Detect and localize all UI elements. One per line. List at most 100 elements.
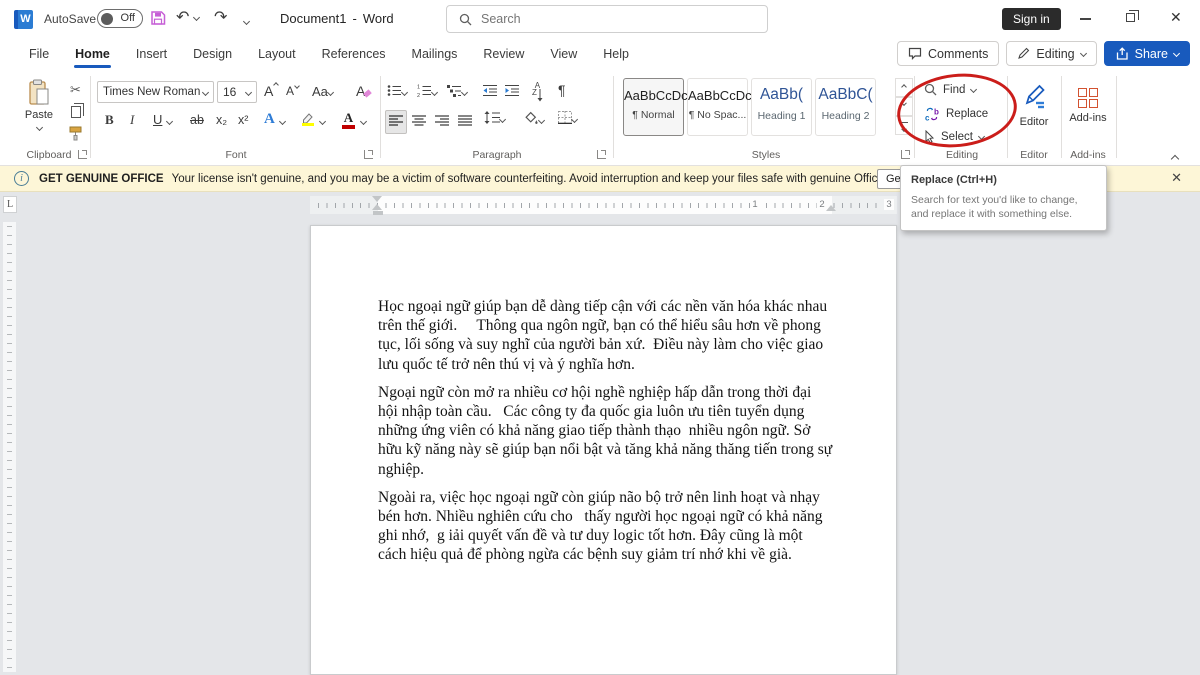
justify-button[interactable]: [458, 113, 472, 131]
clipboard-dialog-launcher[interactable]: [78, 150, 87, 159]
restore-window-button[interactable]: [1126, 13, 1135, 22]
text-highlight-button[interactable]: [300, 111, 316, 131]
styles-group-label: Styles: [618, 149, 914, 161]
editing-mode-button[interactable]: Editing: [1006, 41, 1096, 66]
paragraph-dialog-launcher[interactable]: [597, 150, 606, 159]
styles-dialog-launcher[interactable]: [901, 150, 910, 159]
addins-group: Add-ins Add-ins: [1062, 70, 1114, 166]
bullets-button[interactable]: [387, 84, 407, 102]
tab-layout[interactable]: Layout: [245, 38, 309, 70]
underline-button[interactable]: U: [153, 112, 162, 127]
replace-tooltip: Replace (Ctrl+H) Search for text you'd l…: [900, 165, 1107, 231]
chevron-down-icon[interactable]: [319, 118, 326, 125]
save-button[interactable]: [150, 10, 166, 31]
align-right-button[interactable]: [435, 113, 449, 131]
line-spacing-button[interactable]: [484, 111, 505, 129]
sign-in-button[interactable]: Sign in: [1002, 8, 1061, 30]
decrease-indent-button[interactable]: [483, 84, 497, 102]
font-size-combobox[interactable]: 16: [217, 81, 257, 103]
multilevel-list-button[interactable]: [447, 84, 467, 102]
paragraph[interactable]: Học ngoại ngữ giúp bạn dễ dàng tiếp cận …: [378, 297, 833, 374]
right-indent-marker[interactable]: [826, 205, 836, 211]
copy-button[interactable]: [71, 106, 81, 118]
shading-button[interactable]: [523, 111, 544, 130]
autosave-toggle[interactable]: Off: [97, 9, 143, 28]
tab-selector-button[interactable]: L: [3, 196, 17, 213]
multilevel-list-icon: [447, 84, 462, 97]
chevron-down-icon[interactable]: [166, 118, 173, 125]
borders-button[interactable]: [558, 111, 577, 129]
tab-view[interactable]: View: [537, 38, 590, 70]
left-indent-marker[interactable]: [373, 211, 383, 215]
collapse-ribbon-button[interactable]: [1172, 150, 1186, 162]
banner-close-button[interactable]: ✕: [1171, 170, 1182, 186]
style-heading-2[interactable]: AaBbC( Heading 2: [815, 78, 876, 136]
style-normal[interactable]: AaBbCcDc ¶ Normal: [623, 78, 684, 136]
chevron-down-icon[interactable]: [360, 118, 367, 125]
shrink-font-button[interactable]: A: [286, 84, 299, 98]
comments-button[interactable]: Comments: [897, 41, 999, 66]
tab-insert[interactable]: Insert: [123, 38, 180, 70]
minimize-button[interactable]: [1080, 18, 1091, 20]
font-group: Times New Roman 16 A A Aa A B I U ab x₂ …: [96, 70, 376, 166]
addins-group-label: Add-ins: [1062, 149, 1114, 161]
paste-button[interactable]: Paste: [16, 79, 62, 155]
tab-help[interactable]: Help: [590, 38, 642, 70]
tab-home[interactable]: Home: [62, 38, 123, 70]
document-text[interactable]: Học ngoại ngữ giúp bạn dễ dàng tiếp cận …: [378, 297, 833, 574]
clear-formatting-button[interactable]: A: [356, 83, 371, 99]
font-color-bar-icon: [342, 125, 355, 129]
strikethrough-button[interactable]: ab: [190, 113, 204, 127]
tab-review[interactable]: Review: [470, 38, 537, 70]
redo-button[interactable]: ↷: [214, 7, 227, 27]
tab-file[interactable]: File: [16, 38, 62, 70]
font-color-button[interactable]: A: [342, 111, 355, 129]
addins-button[interactable]: Add-ins: [1062, 84, 1114, 124]
search-box[interactable]: [446, 5, 768, 33]
paragraph[interactable]: Ngoài ra, việc học ngoại ngữ còn giúp nã…: [378, 488, 833, 565]
sort-button[interactable]: AZ: [532, 82, 543, 102]
tab-design[interactable]: Design: [180, 38, 245, 70]
cut-button[interactable]: ✂: [70, 82, 81, 98]
bold-button[interactable]: B: [105, 112, 114, 128]
close-window-button[interactable]: ✕: [1170, 9, 1182, 26]
ribbon: Paste ✂ Clipboard Times New Roman 16 A A…: [0, 70, 1200, 166]
text-effects-button[interactable]: A: [264, 111, 275, 128]
tab-mailings[interactable]: Mailings: [399, 38, 471, 70]
quick-access-toolbar-more-button[interactable]: [243, 13, 253, 31]
tab-references[interactable]: References: [309, 38, 399, 70]
align-center-button[interactable]: [412, 113, 426, 131]
chevron-down-icon[interactable]: [279, 118, 286, 125]
editor-button[interactable]: Editor: [1010, 82, 1058, 128]
chevron-down-icon: [245, 88, 252, 95]
search-input[interactable]: [481, 12, 721, 26]
italic-button[interactable]: I: [130, 112, 134, 128]
style-no-spacing[interactable]: AaBbCcDc ¶ No Spac...: [687, 78, 748, 136]
format-painter-button[interactable]: [68, 126, 83, 141]
style-heading-1[interactable]: AaBb( Heading 1: [751, 78, 812, 136]
numbering-button[interactable]: 12: [417, 84, 437, 102]
tooltip-title: Replace (Ctrl+H): [911, 174, 1096, 186]
subscript-button[interactable]: x₂: [216, 113, 227, 127]
paragraph[interactable]: Ngoại ngữ còn mở ra nhiều cơ hội nghề ng…: [378, 383, 833, 479]
document-page[interactable]: Học ngoại ngữ giúp bạn dễ dàng tiếp cận …: [310, 225, 897, 675]
vertical-ruler[interactable]: [3, 222, 16, 672]
superscript-button[interactable]: x²: [238, 113, 248, 127]
svg-text:2: 2: [417, 93, 420, 97]
change-case-button[interactable]: Aa: [312, 84, 333, 99]
share-button[interactable]: Share: [1104, 41, 1190, 66]
font-family-combobox[interactable]: Times New Roman: [97, 81, 214, 103]
undo-button[interactable]: ↶: [176, 7, 199, 27]
chevron-down-icon: [401, 89, 408, 96]
editor-pencil-icon: [1021, 82, 1048, 109]
align-left-button[interactable]: [385, 110, 407, 134]
first-line-indent-marker[interactable]: [372, 196, 382, 202]
show-hide-formatting-button[interactable]: ¶: [558, 82, 566, 98]
bullet-list-icon: [387, 84, 402, 97]
horizontal-ruler[interactable]: 1 2 3 4 5 6: [310, 196, 897, 214]
grow-font-button[interactable]: A: [264, 83, 278, 99]
increase-indent-button[interactable]: [505, 84, 519, 102]
hanging-indent-marker[interactable]: [372, 204, 382, 210]
styles-group: AaBbCcDc ¶ Normal AaBbCcDc ¶ No Spac... …: [618, 70, 914, 166]
font-dialog-launcher[interactable]: [364, 150, 373, 159]
